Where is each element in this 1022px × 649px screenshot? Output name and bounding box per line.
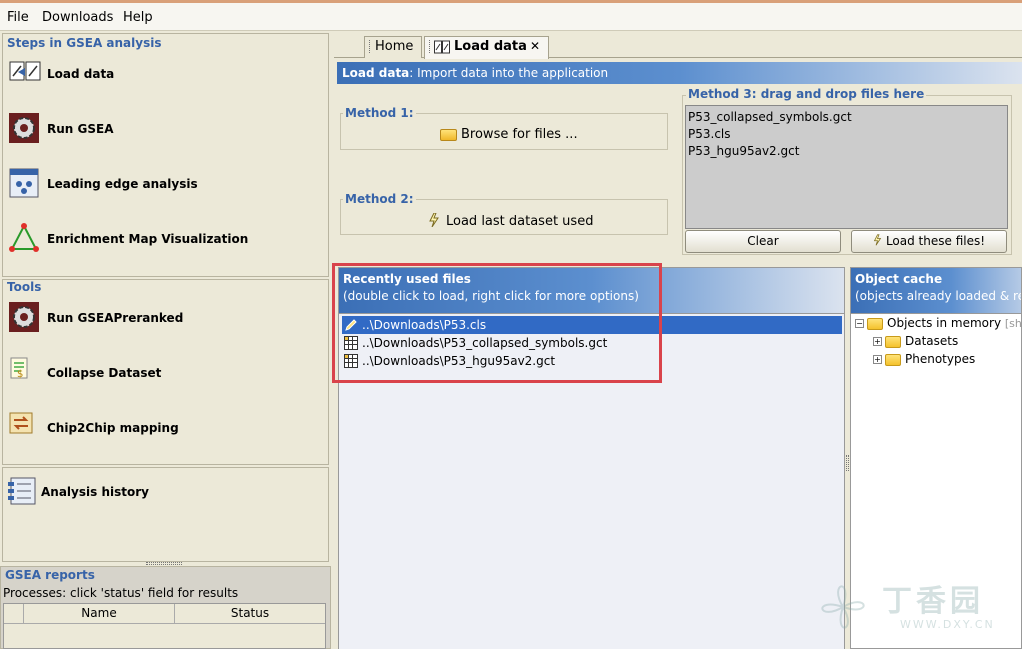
nav-leading-edge[interactable]: Leading edge analysis bbox=[9, 168, 309, 200]
tree-node-phenotypes[interactable]: + Phenotypes bbox=[873, 350, 975, 368]
nav-collapse-dataset-label: Collapse Dataset bbox=[47, 366, 162, 380]
folder-open-icon bbox=[867, 317, 883, 330]
load-last-dataset-label: Load last dataset used bbox=[446, 214, 594, 229]
nav-analysis-history[interactable]: Analysis history bbox=[7, 476, 307, 508]
menu-downloads[interactable]: Downloads bbox=[42, 10, 113, 25]
tree-node-suffix: [shi bbox=[1004, 317, 1022, 330]
chip-icon bbox=[9, 412, 41, 442]
nav-run-gseapreranked-label: Run GSEAPreranked bbox=[47, 311, 184, 325]
reports-title: GSEA reports bbox=[5, 568, 95, 582]
drop-file-item[interactable]: P53_collapsed_symbols.gct bbox=[688, 109, 1005, 126]
method1-label: Method 1: bbox=[343, 106, 416, 120]
leading-edge-icon bbox=[9, 168, 41, 198]
drop-zone-list[interactable]: P53_collapsed_symbols.gct P53.cls P53_hg… bbox=[685, 105, 1008, 229]
tree-node-datasets[interactable]: + Datasets bbox=[873, 332, 958, 350]
drop-file-item[interactable]: P53_hgu95av2.gct bbox=[688, 143, 1005, 160]
highlight-box bbox=[332, 263, 662, 383]
book-icon bbox=[434, 40, 450, 58]
clear-button[interactable]: Clear bbox=[685, 230, 841, 253]
nav-leading-edge-label: Leading edge analysis bbox=[47, 177, 198, 191]
folder-icon bbox=[885, 353, 901, 366]
nav-chip2chip-label: Chip2Chip mapping bbox=[47, 421, 179, 435]
history-panel: Analysis history bbox=[2, 467, 329, 562]
nav-run-gseapreranked[interactable]: Run GSEAPreranked bbox=[9, 302, 309, 334]
nav-run-gsea[interactable]: Run GSEA bbox=[9, 113, 309, 145]
nav-load-data[interactable]: Load data bbox=[9, 58, 309, 90]
tree-node-objects-in-memory[interactable]: − Objects in memory [shi bbox=[855, 314, 1022, 332]
load-data-header: Load data: Import data into the applicat… bbox=[337, 62, 1022, 84]
collapse-toggle-icon[interactable]: − bbox=[855, 319, 864, 328]
load-data-icon bbox=[9, 58, 41, 88]
expand-toggle-icon[interactable]: + bbox=[873, 337, 882, 346]
nav-collapse-dataset[interactable]: $ Collapse Dataset bbox=[9, 357, 309, 389]
load-last-dataset-button[interactable]: Load last dataset used bbox=[428, 212, 594, 231]
collapse-icon: $ bbox=[9, 357, 41, 387]
nav-enrichment-map[interactable]: Enrichment Map Visualization bbox=[9, 223, 309, 255]
load-files-button[interactable]: Load these files! bbox=[851, 230, 1007, 253]
tools-title: Tools bbox=[7, 280, 42, 294]
menu-help[interactable]: Help bbox=[123, 10, 153, 25]
clear-button-label: Clear bbox=[747, 234, 779, 248]
vertical-splitter-handle[interactable] bbox=[846, 455, 849, 471]
method2-label: Method 2: bbox=[343, 192, 416, 206]
menu-bar: File Downloads Help bbox=[0, 0, 1022, 31]
reports-panel: GSEA reports Processes: click 'status' f… bbox=[0, 566, 331, 649]
nav-chip2chip[interactable]: Chip2Chip mapping bbox=[9, 412, 309, 444]
history-icon bbox=[7, 476, 39, 506]
column-name[interactable]: Name bbox=[24, 604, 175, 624]
object-cache-header: Object cache (objects already loaded & r… bbox=[851, 268, 1022, 313]
gear-icon bbox=[9, 302, 41, 332]
load-data-header-title: Load data bbox=[342, 66, 410, 80]
object-cache-subtitle: (objects already loaded & re bbox=[855, 289, 1022, 303]
method3-label: Method 3: drag and drop files here bbox=[686, 87, 927, 101]
enrichment-map-icon bbox=[9, 223, 41, 253]
tree-node-label: Datasets bbox=[905, 334, 959, 348]
tab-home[interactable]: Home bbox=[364, 36, 422, 58]
object-tree: − Objects in memory [shi + Datasets + Pheno… bbox=[851, 313, 1022, 648]
folder-open-icon bbox=[440, 128, 457, 141]
browse-files-label: Browse for files ... bbox=[461, 127, 578, 142]
reports-subtitle: Processes: click 'status' field for resu… bbox=[3, 586, 239, 600]
nav-enrichment-map-label: Enrichment Map Visualization bbox=[47, 232, 249, 246]
gear-icon bbox=[9, 113, 41, 143]
tab-home-label: Home bbox=[375, 39, 414, 54]
reports-table: Name Status bbox=[3, 603, 326, 649]
close-icon[interactable]: ✕ bbox=[530, 39, 540, 53]
load-files-button-label: Load these files! bbox=[885, 234, 986, 248]
tree-node-label: Objects in memory bbox=[887, 316, 1002, 330]
tree-node-label: Phenotypes bbox=[905, 352, 976, 366]
expand-toggle-icon[interactable]: + bbox=[873, 355, 882, 364]
object-cache-title: Object cache bbox=[855, 272, 943, 286]
lightning-icon bbox=[428, 212, 440, 230]
steps-panel: Steps in GSEA analysis Load data Run GSE… bbox=[2, 33, 329, 277]
lightning-icon bbox=[873, 232, 882, 252]
menu-file[interactable]: File bbox=[7, 10, 29, 25]
load-data-header-desc: : Import data into the application bbox=[409, 66, 609, 80]
svg-text:$: $ bbox=[17, 369, 23, 379]
tab-load-data[interactable]: Load data ✕ bbox=[424, 36, 549, 59]
nav-analysis-history-label: Analysis history bbox=[41, 485, 149, 499]
folder-icon bbox=[885, 335, 901, 348]
drop-file-item[interactable]: P53.cls bbox=[688, 126, 1005, 143]
column-status[interactable]: Status bbox=[175, 604, 325, 624]
object-cache-panel: Object cache (objects already loaded & r… bbox=[850, 267, 1022, 649]
steps-title: Steps in GSEA analysis bbox=[7, 36, 162, 50]
browse-files-button[interactable]: Browse for files ... bbox=[440, 127, 578, 145]
nav-run-gsea-label: Run GSEA bbox=[47, 122, 114, 136]
nav-load-data-label: Load data bbox=[47, 67, 115, 81]
tools-panel: Tools Run GSEAPreranked $ Collapse Datas… bbox=[2, 279, 329, 465]
splitter-handle[interactable] bbox=[146, 562, 182, 565]
tab-load-data-label: Load data bbox=[454, 39, 527, 54]
